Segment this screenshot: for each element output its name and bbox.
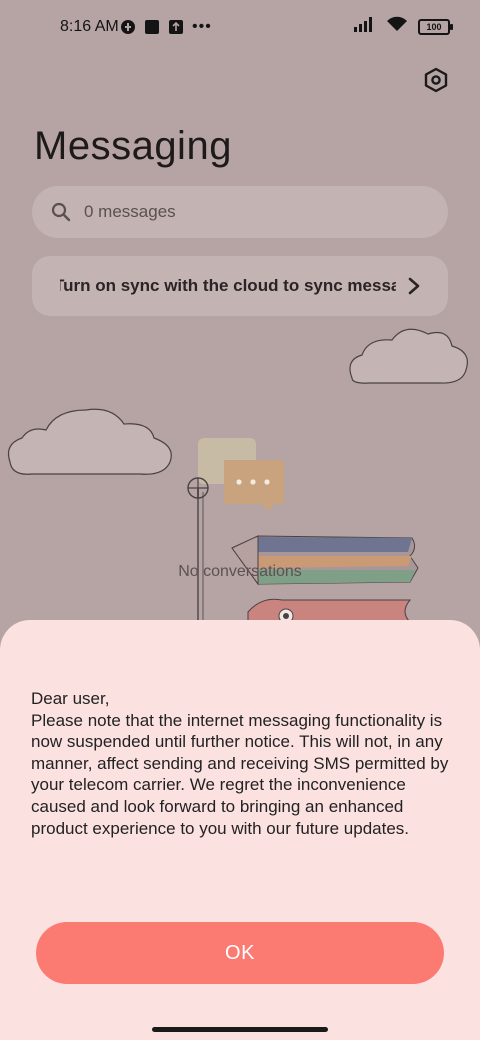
system-icons: 100 <box>354 16 453 37</box>
ok-button[interactable]: OK <box>36 922 444 984</box>
notice-greeting: Dear user, <box>31 689 110 708</box>
settings-hexagon-icon <box>424 67 448 93</box>
notice-body: Please note that the internet messaging … <box>31 710 449 838</box>
page-title: Messaging <box>34 124 232 168</box>
sync-banner-text: Turn on sync with the cloud to sync mess… <box>60 276 396 296</box>
home-indicator[interactable] <box>152 1027 328 1032</box>
settings-button[interactable] <box>420 64 452 96</box>
sync-banner[interactable]: Turn on sync with the cloud to sync mess… <box>32 256 448 316</box>
empty-state-text: No conversations <box>178 563 302 580</box>
search-placeholder: 0 messages <box>84 202 176 221</box>
search-bar[interactable]: 0 messages <box>32 186 448 238</box>
chevron-right-icon <box>408 277 420 295</box>
wifi-icon <box>386 16 408 37</box>
status-time: 8:16 AM <box>60 18 119 35</box>
empty-state-illustration <box>7 328 468 640</box>
sync-banner-label: Turn on sync with the cloud to sync mess… <box>60 276 396 295</box>
square-notification-icon <box>144 19 160 35</box>
notice-message: Dear user, Please note that the internet… <box>31 688 461 839</box>
status-bar: 8:16 AM ••• 100 <box>0 0 480 56</box>
more-notifications-icon: ••• <box>192 18 212 35</box>
search-icon <box>51 202 71 222</box>
app-notification-icon <box>120 19 136 35</box>
upload-notification-icon <box>168 19 184 35</box>
signal-icon <box>354 16 376 37</box>
notification-icons: ••• <box>120 18 212 36</box>
battery-icon: 100 <box>418 18 453 35</box>
